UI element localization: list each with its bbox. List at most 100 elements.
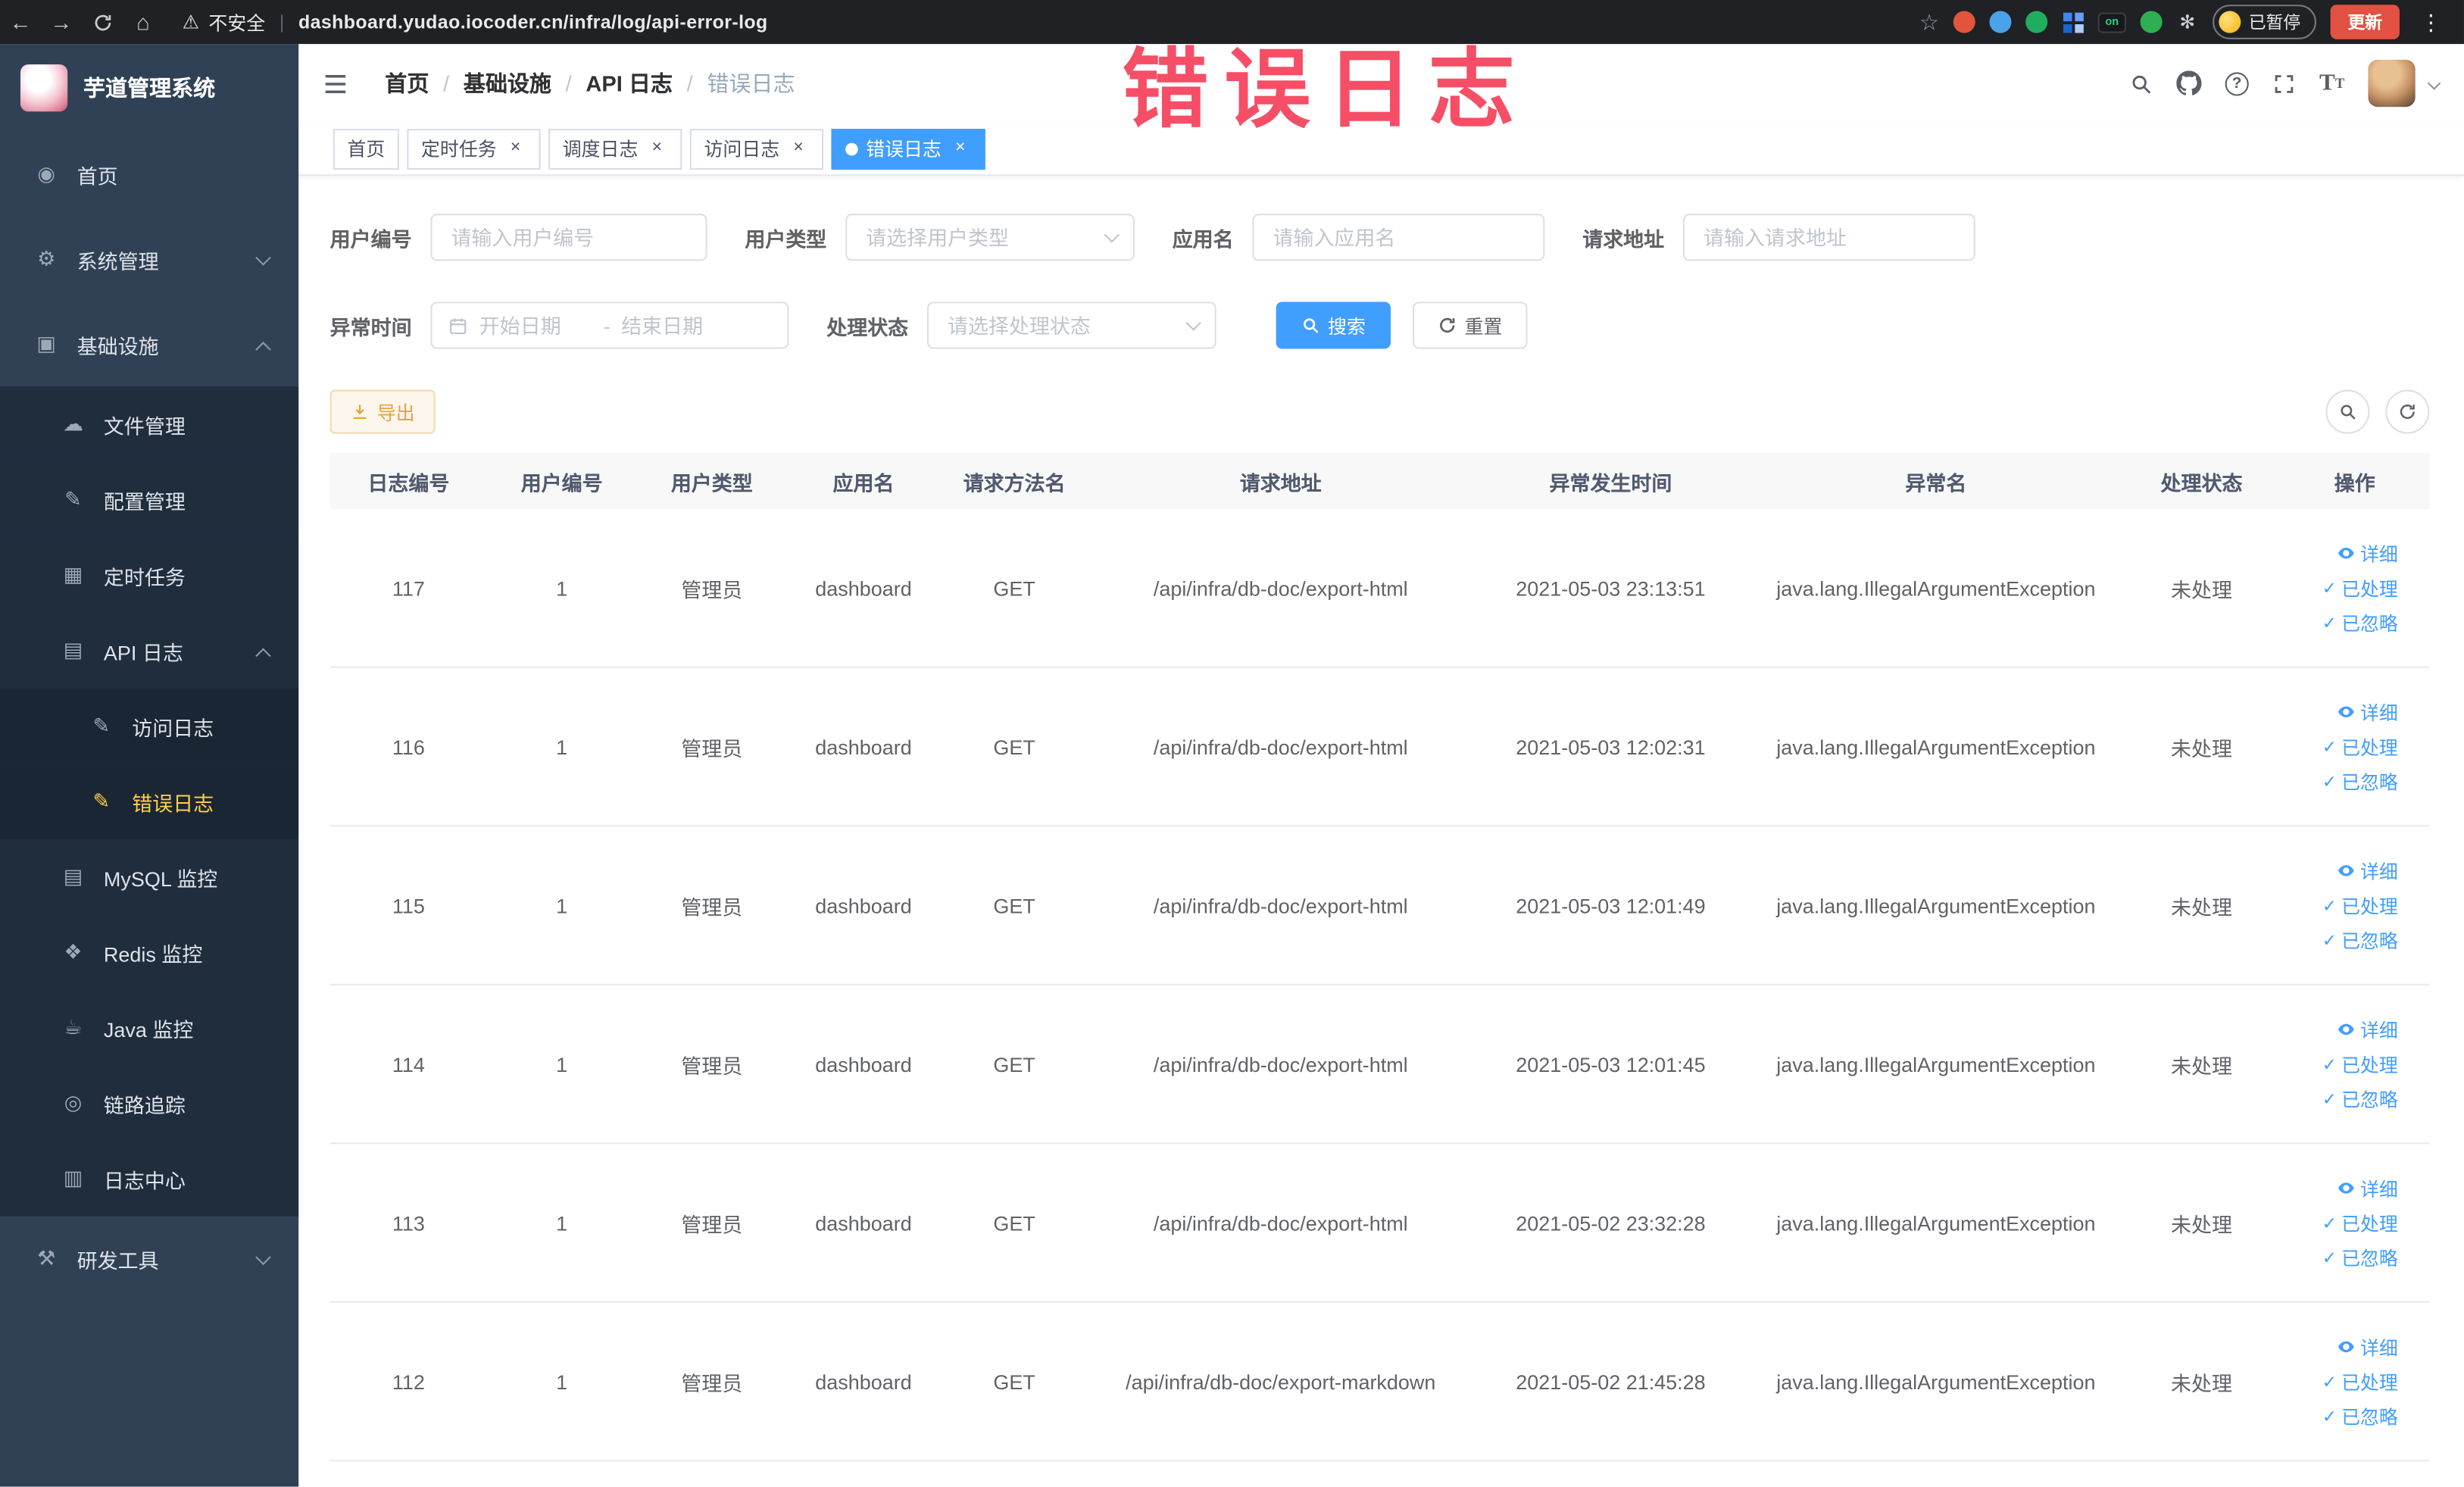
processed-link[interactable]: ✓ 已处理 (2322, 1209, 2398, 1236)
search-toggle-button[interactable] (2325, 389, 2370, 434)
processed-link[interactable]: ✓ 已处理 (2322, 574, 2398, 601)
sidebar-item-scheduled-job[interactable]: ▦ 定时任务 (0, 537, 299, 614)
sidebar-item-api-access-log[interactable]: ✎ 访问日志 (0, 688, 299, 764)
home-icon[interactable]: ⌂ (123, 0, 164, 44)
apps-grid-icon[interactable] (2062, 11, 2084, 33)
tree-icon[interactable] (2140, 11, 2163, 33)
sidebar-item-dev-tools[interactable]: ⚒ 研发工具 (0, 1217, 298, 1301)
breadcrumb-api-log[interactable]: API 日志 (586, 67, 673, 98)
sidebar-item-mysql-monitor[interactable]: ▤ MySQL 监控 (0, 839, 299, 915)
ignored-link[interactable]: ✓ 已忽略 (2322, 1403, 2398, 1429)
processed-link[interactable]: ✓ 已处理 (2322, 1368, 2398, 1395)
process-status-select[interactable] (927, 301, 1216, 349)
tab-label: 访问日志 (704, 138, 780, 161)
record-dot-icon[interactable] (1953, 11, 1975, 33)
tab-api-error-log[interactable]: 错误日志 × (831, 128, 985, 170)
tab-api-access-log[interactable]: 访问日志 × (689, 128, 824, 170)
eye-icon (2337, 1020, 2356, 1039)
profile-paused-chip[interactable]: 已暂停 (2213, 5, 2316, 39)
action-label: 详细 (2360, 542, 2398, 565)
column-header: 处理状态 (2160, 470, 2243, 495)
user-type-select[interactable] (845, 214, 1135, 261)
forward-icon[interactable]: → (41, 0, 82, 44)
divider: | (279, 11, 285, 33)
trace-icon: ◎ (64, 1090, 83, 1114)
detail-link[interactable]: 详细 (2337, 858, 2398, 884)
table-header-row: 日志编号 用户编号 用户类型 应用名 请求方法名 请求地址 异常发生时间 异常名 处理状态 操作 (329, 452, 2430, 510)
processed-link[interactable]: ✓ 已处理 (2322, 733, 2398, 760)
back-icon[interactable]: ← (0, 0, 41, 44)
sidebar-item-infrastructure[interactable]: ▣ 基础设施 (0, 301, 298, 386)
search-icon (1301, 316, 1320, 335)
check-icon: ✓ (2322, 1089, 2337, 1109)
action-label: 已忽略 (2341, 612, 2398, 635)
action-label: 已处理 (2341, 1054, 2398, 1076)
sidebar-item-file-manage[interactable]: ☁ 文件管理 (0, 386, 299, 462)
font-size-icon[interactable]: TT (2319, 70, 2344, 96)
app-name-input[interactable] (1252, 214, 1545, 261)
hamburger-icon[interactable] (298, 70, 373, 96)
close-icon[interactable]: × (949, 138, 971, 160)
user-type-label: 用户类型 (745, 226, 827, 251)
start-date-input[interactable] (479, 313, 593, 338)
bookmark-star-icon[interactable]: ☆ (1919, 8, 1939, 35)
sidebar-item-api-error-log[interactable]: ✎ 错误日志 (0, 764, 299, 839)
eye-icon (2337, 544, 2356, 563)
url-text[interactable]: dashboard.yudao.iocoder.cn/infra/log/api… (298, 11, 768, 33)
reset-button[interactable]: 重置 (1413, 301, 1528, 349)
sidebar-item-trace[interactable]: ◎ 链路追踪 (0, 1065, 299, 1142)
sidebar-item-redis-monitor[interactable]: ❖ Redis 监控 (0, 914, 299, 990)
search-button[interactable]: 搜索 (1276, 301, 1391, 349)
table-row: 115 1 管理员 dashboard GET/api/infra/db-doc/exp… (329, 826, 2430, 986)
user-id-input[interactable] (430, 214, 707, 261)
detail-link[interactable]: 详细 (2337, 1016, 2398, 1042)
browser-menu-icon[interactable]: ⋮ (2414, 8, 2449, 35)
sidebar-item-java-monitor[interactable]: ☕ Java 监控 (0, 989, 299, 1066)
reload-icon[interactable] (82, 0, 123, 44)
ignored-link[interactable]: ✓ 已忽略 (2322, 767, 2398, 794)
right-tools (2310, 389, 2430, 434)
fullscreen-icon[interactable] (2272, 71, 2296, 95)
export-button[interactable]: 导出 (329, 389, 436, 434)
sidebar-item-api-log[interactable]: ▤ API 日志 (0, 613, 299, 689)
update-button[interactable]: 更新 (2330, 5, 2400, 39)
help-icon[interactable]: ? (2225, 71, 2249, 95)
detail-link[interactable]: 详细 (2337, 698, 2398, 725)
chevron-down-icon[interactable] (2427, 77, 2441, 90)
switch-on-icon[interactable]: on (2097, 11, 2126, 33)
ignored-link[interactable]: ✓ 已忽略 (2322, 609, 2398, 636)
close-icon[interactable]: × (646, 138, 668, 160)
ignored-link[interactable]: ✓ 已忽略 (2322, 1086, 2398, 1112)
breadcrumb-home[interactable]: 首页 (385, 67, 429, 98)
water-drop-icon[interactable] (1989, 11, 2012, 33)
sidebar-item-label: Java 监控 (103, 1017, 194, 1042)
tab-job[interactable]: 定时任务 × (407, 128, 541, 170)
close-icon[interactable]: × (788, 138, 810, 160)
sidebar-item-config-manage[interactable]: ✎ 配置管理 (0, 461, 299, 538)
sidebar-item-log-center[interactable]: ▥ 日志中心 (0, 1141, 299, 1217)
date-range-picker[interactable]: - (430, 301, 789, 349)
ignored-link[interactable]: ✓ 已忽略 (2322, 1244, 2398, 1270)
refresh-table-button[interactable] (2385, 389, 2430, 434)
tab-home[interactable]: 首页 (333, 128, 399, 170)
detail-link[interactable]: 详细 (2337, 1333, 2398, 1360)
request-url-input[interactable] (1683, 214, 1975, 261)
close-icon[interactable]: × (504, 138, 526, 160)
end-date-input[interactable] (621, 313, 735, 338)
detail-link[interactable]: 详细 (2337, 1175, 2398, 1201)
sidebar-item-home[interactable]: ◉ 首页 (0, 132, 298, 217)
search-icon[interactable] (2129, 71, 2153, 95)
security-chip[interactable]: ⚠ 不安全 (183, 8, 265, 35)
breadcrumb-infra[interactable]: 基础设施 (464, 67, 551, 98)
processed-link[interactable]: ✓ 已处理 (2322, 892, 2398, 918)
devtools-icon[interactable] (2025, 11, 2048, 33)
sidebar-item-system[interactable]: ⚙ 系统管理 (0, 217, 298, 301)
avatar[interactable] (2368, 59, 2416, 108)
github-icon[interactable] (2176, 70, 2202, 95)
tab-job-log[interactable]: 调度日志 × (548, 128, 682, 170)
processed-link[interactable]: ✓ 已处理 (2322, 1051, 2398, 1077)
logo-row[interactable]: 芋道管理系统 (0, 44, 298, 132)
detail-link[interactable]: 详细 (2337, 540, 2398, 567)
paw-icon[interactable]: ✻ (2176, 11, 2198, 33)
ignored-link[interactable]: ✓ 已忽略 (2322, 926, 2398, 953)
